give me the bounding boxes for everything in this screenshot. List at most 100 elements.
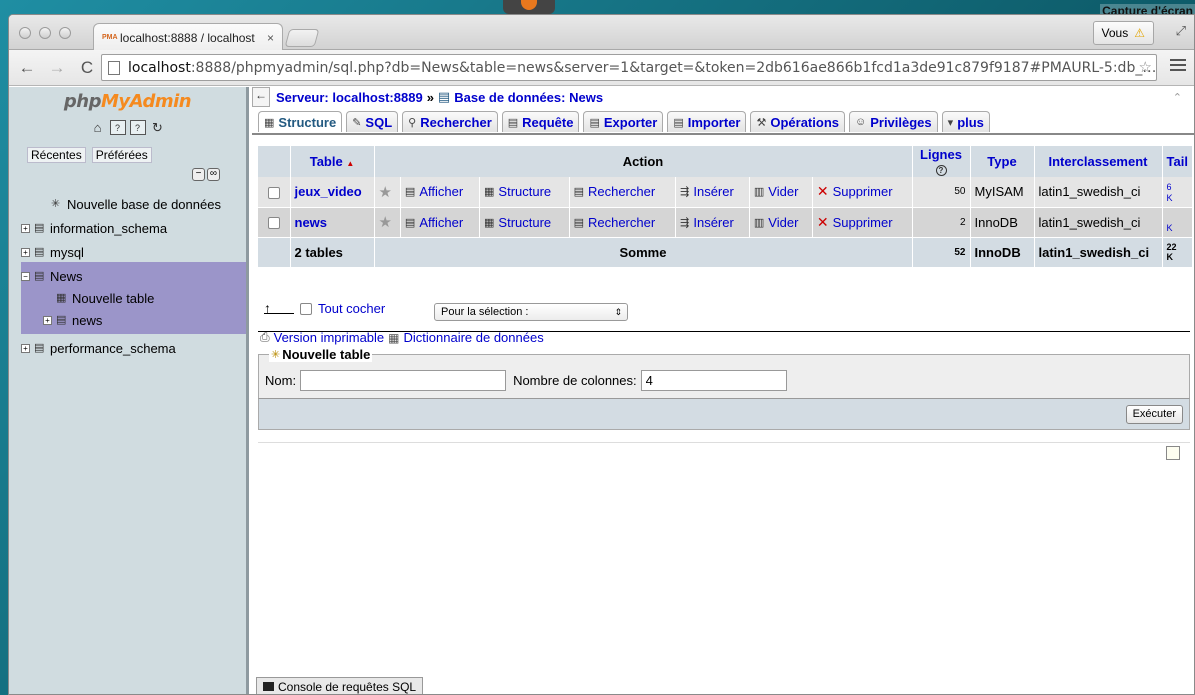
- print-view-link[interactable]: Version imprimable: [274, 330, 385, 345]
- tab-privileges[interactable]: ☺ Privilèges: [848, 111, 938, 132]
- new-tab-button[interactable]: [284, 29, 320, 47]
- action-empty[interactable]: ▥ Vider: [749, 207, 813, 238]
- with-selected-dropdown[interactable]: Pour la sélection : ⇕: [434, 303, 628, 321]
- breadcrumb-server[interactable]: Serveur: localhost:8889: [276, 90, 423, 105]
- action-browse[interactable]: ▤ Afficher: [400, 207, 481, 238]
- drop-icon: ✕: [816, 183, 829, 200]
- url-path: :8888/phpmyadmin/sql.php?db=News&table=n…: [190, 59, 1156, 76]
- action-insert[interactable]: ⇶ Insérer: [675, 207, 750, 238]
- size-unit: K: [1166, 223, 1173, 233]
- home-icon[interactable]: ⌂: [90, 120, 106, 135]
- browser-menu-icon[interactable]: [1170, 59, 1186, 74]
- browser-tab[interactable]: PMA localhost:8888 / localhost ×: [93, 23, 283, 51]
- action-insert[interactable]: ⇶ Insérer: [675, 177, 750, 208]
- action-structure[interactable]: ▦ Structure: [479, 207, 570, 238]
- tab-structure[interactable]: ▦ Structure: [258, 111, 343, 132]
- tree-new-table[interactable]: ▦ Nouvelle table: [21, 288, 246, 308]
- row-checkbox[interactable]: [267, 217, 280, 230]
- expand-icon[interactable]: +: [21, 223, 30, 233]
- address-bar[interactable]: localhost:8888/phpmyadmin/sql.php?db=New…: [101, 54, 1157, 81]
- expand-icon[interactable]: +: [21, 247, 30, 257]
- tree-new-database[interactable]: ✳ Nouvelle base de données: [21, 192, 246, 216]
- favorite-star-icon[interactable]: ★: [379, 184, 392, 201]
- profile-button[interactable]: Vous ⚠: [1092, 21, 1154, 45]
- header-label: Table: [309, 154, 343, 169]
- column-header-table[interactable]: Table ▲: [290, 146, 375, 177]
- fullscreen-icon[interactable]: ⤢: [1176, 23, 1186, 39]
- new-table-legend: ✳ Nouvelle table: [269, 347, 373, 362]
- action-browse[interactable]: ▤ Afficher: [400, 177, 481, 208]
- column-header-rows[interactable]: Lignes?: [912, 146, 971, 177]
- size-value[interactable]: 6: [1167, 182, 1172, 192]
- search-icon: ▤: [573, 216, 584, 229]
- minimize-window-button[interactable]: [39, 27, 51, 39]
- tree-db-information-schema[interactable]: + ▤ information_schema: [21, 216, 246, 240]
- back-button[interactable]: ←: [15, 58, 39, 78]
- operations-icon: ⚒: [756, 116, 767, 129]
- link-with-main-icon[interactable]: ∞: [207, 168, 220, 181]
- tab-title: localhost:8888 / localhost: [120, 30, 255, 45]
- breadcrumb-database[interactable]: Base de données: News: [454, 90, 603, 105]
- table-name-link[interactable]: news: [290, 207, 375, 238]
- tab-export[interactable]: ▤ Exporter: [583, 111, 664, 132]
- page-content: phpMyAdmin ⌂ ? ? ↻ Récentes Préférées − …: [9, 87, 1194, 694]
- table-name-link[interactable]: jeux_video: [290, 177, 375, 208]
- help-icon[interactable]: ?: [935, 164, 947, 176]
- recent-tables-button[interactable]: Récentes: [27, 147, 86, 163]
- tab-label: Opérations: [770, 114, 839, 130]
- column-header-type[interactable]: Type: [970, 146, 1035, 177]
- query-icon: ▤: [507, 116, 519, 129]
- check-all-checkbox[interactable]: [300, 302, 312, 315]
- favorite-star-icon[interactable]: ★: [379, 214, 392, 231]
- column-count-input[interactable]: [640, 370, 787, 391]
- action-label: Vider: [768, 214, 799, 230]
- sql-console-bar[interactable]: Console de requêtes SQL: [256, 677, 424, 694]
- action-drop[interactable]: ✕ Supprimer: [812, 207, 913, 238]
- documentation-icon[interactable]: ?: [129, 120, 146, 135]
- tab-more[interactable]: ▾ plus: [941, 111, 990, 132]
- tab-operations[interactable]: ⚒ Opérations: [750, 111, 845, 132]
- pma-logo[interactable]: phpMyAdmin: [9, 91, 246, 112]
- close-window-button[interactable]: [19, 27, 31, 39]
- tree-db-news[interactable]: − ▤ News: [21, 264, 246, 288]
- reload-navigation-icon[interactable]: ↻: [150, 120, 166, 135]
- page-settings-icon[interactable]: [1166, 446, 1180, 460]
- column-header-size[interactable]: Tail: [1162, 146, 1193, 177]
- insert-icon: ⇶: [680, 186, 690, 199]
- tab-query[interactable]: ▤ Requête: [501, 111, 580, 132]
- execute-button[interactable]: Exécuter: [1125, 405, 1183, 424]
- check-all-link[interactable]: Tout cocher: [318, 301, 385, 316]
- expand-icon[interactable]: +: [43, 315, 52, 325]
- tab-sql[interactable]: ✎ SQL: [346, 111, 399, 132]
- tree-db-mysql[interactable]: + ▤ mysql: [21, 240, 246, 264]
- sort-asc-icon: ▲: [346, 159, 355, 168]
- toggle-navigation-icon[interactable]: ←: [252, 87, 270, 107]
- action-drop[interactable]: ✕ Supprimer: [812, 177, 913, 208]
- table-name-input[interactable]: [300, 370, 507, 391]
- forward-button[interactable]: →: [45, 58, 69, 78]
- action-structure[interactable]: ▦ Structure: [479, 177, 570, 208]
- url-text[interactable]: localhost:8888/phpmyadmin/sql.php?db=New…: [128, 60, 1156, 76]
- column-header-collation[interactable]: Interclassement: [1034, 146, 1163, 177]
- tab-search[interactable]: ⚲ Rechercher: [402, 111, 498, 132]
- bookmark-star-icon[interactable]: ☆: [1139, 58, 1152, 76]
- tab-import[interactable]: ▤ Importer: [667, 111, 747, 132]
- row-checkbox[interactable]: [267, 186, 280, 199]
- reload-button[interactable]: C: [75, 58, 99, 78]
- logo-php: php: [63, 91, 102, 112]
- action-empty[interactable]: ▥ Vider: [749, 177, 813, 208]
- scroll-top-icon[interactable]: ⌃: [1173, 91, 1182, 104]
- zoom-window-button[interactable]: [59, 27, 71, 39]
- favorite-tables-button[interactable]: Préférées: [91, 147, 152, 163]
- expand-icon[interactable]: +: [21, 343, 30, 353]
- tree-table-news[interactable]: + ▤ news: [21, 308, 246, 332]
- favorite-cell: ★: [374, 177, 401, 208]
- collapse-icon[interactable]: −: [21, 271, 30, 281]
- action-search[interactable]: ▤ Rechercher: [569, 207, 677, 238]
- tree-db-performance-schema[interactable]: + ▤ performance_schema: [21, 336, 246, 360]
- collapse-all-icon[interactable]: −: [192, 168, 205, 181]
- sql-query-window-icon[interactable]: ?: [109, 120, 126, 135]
- tab-close-icon[interactable]: ×: [267, 31, 274, 45]
- data-dictionary-link[interactable]: Dictionnaire de données: [404, 330, 544, 345]
- action-search[interactable]: ▤ Rechercher: [569, 177, 677, 208]
